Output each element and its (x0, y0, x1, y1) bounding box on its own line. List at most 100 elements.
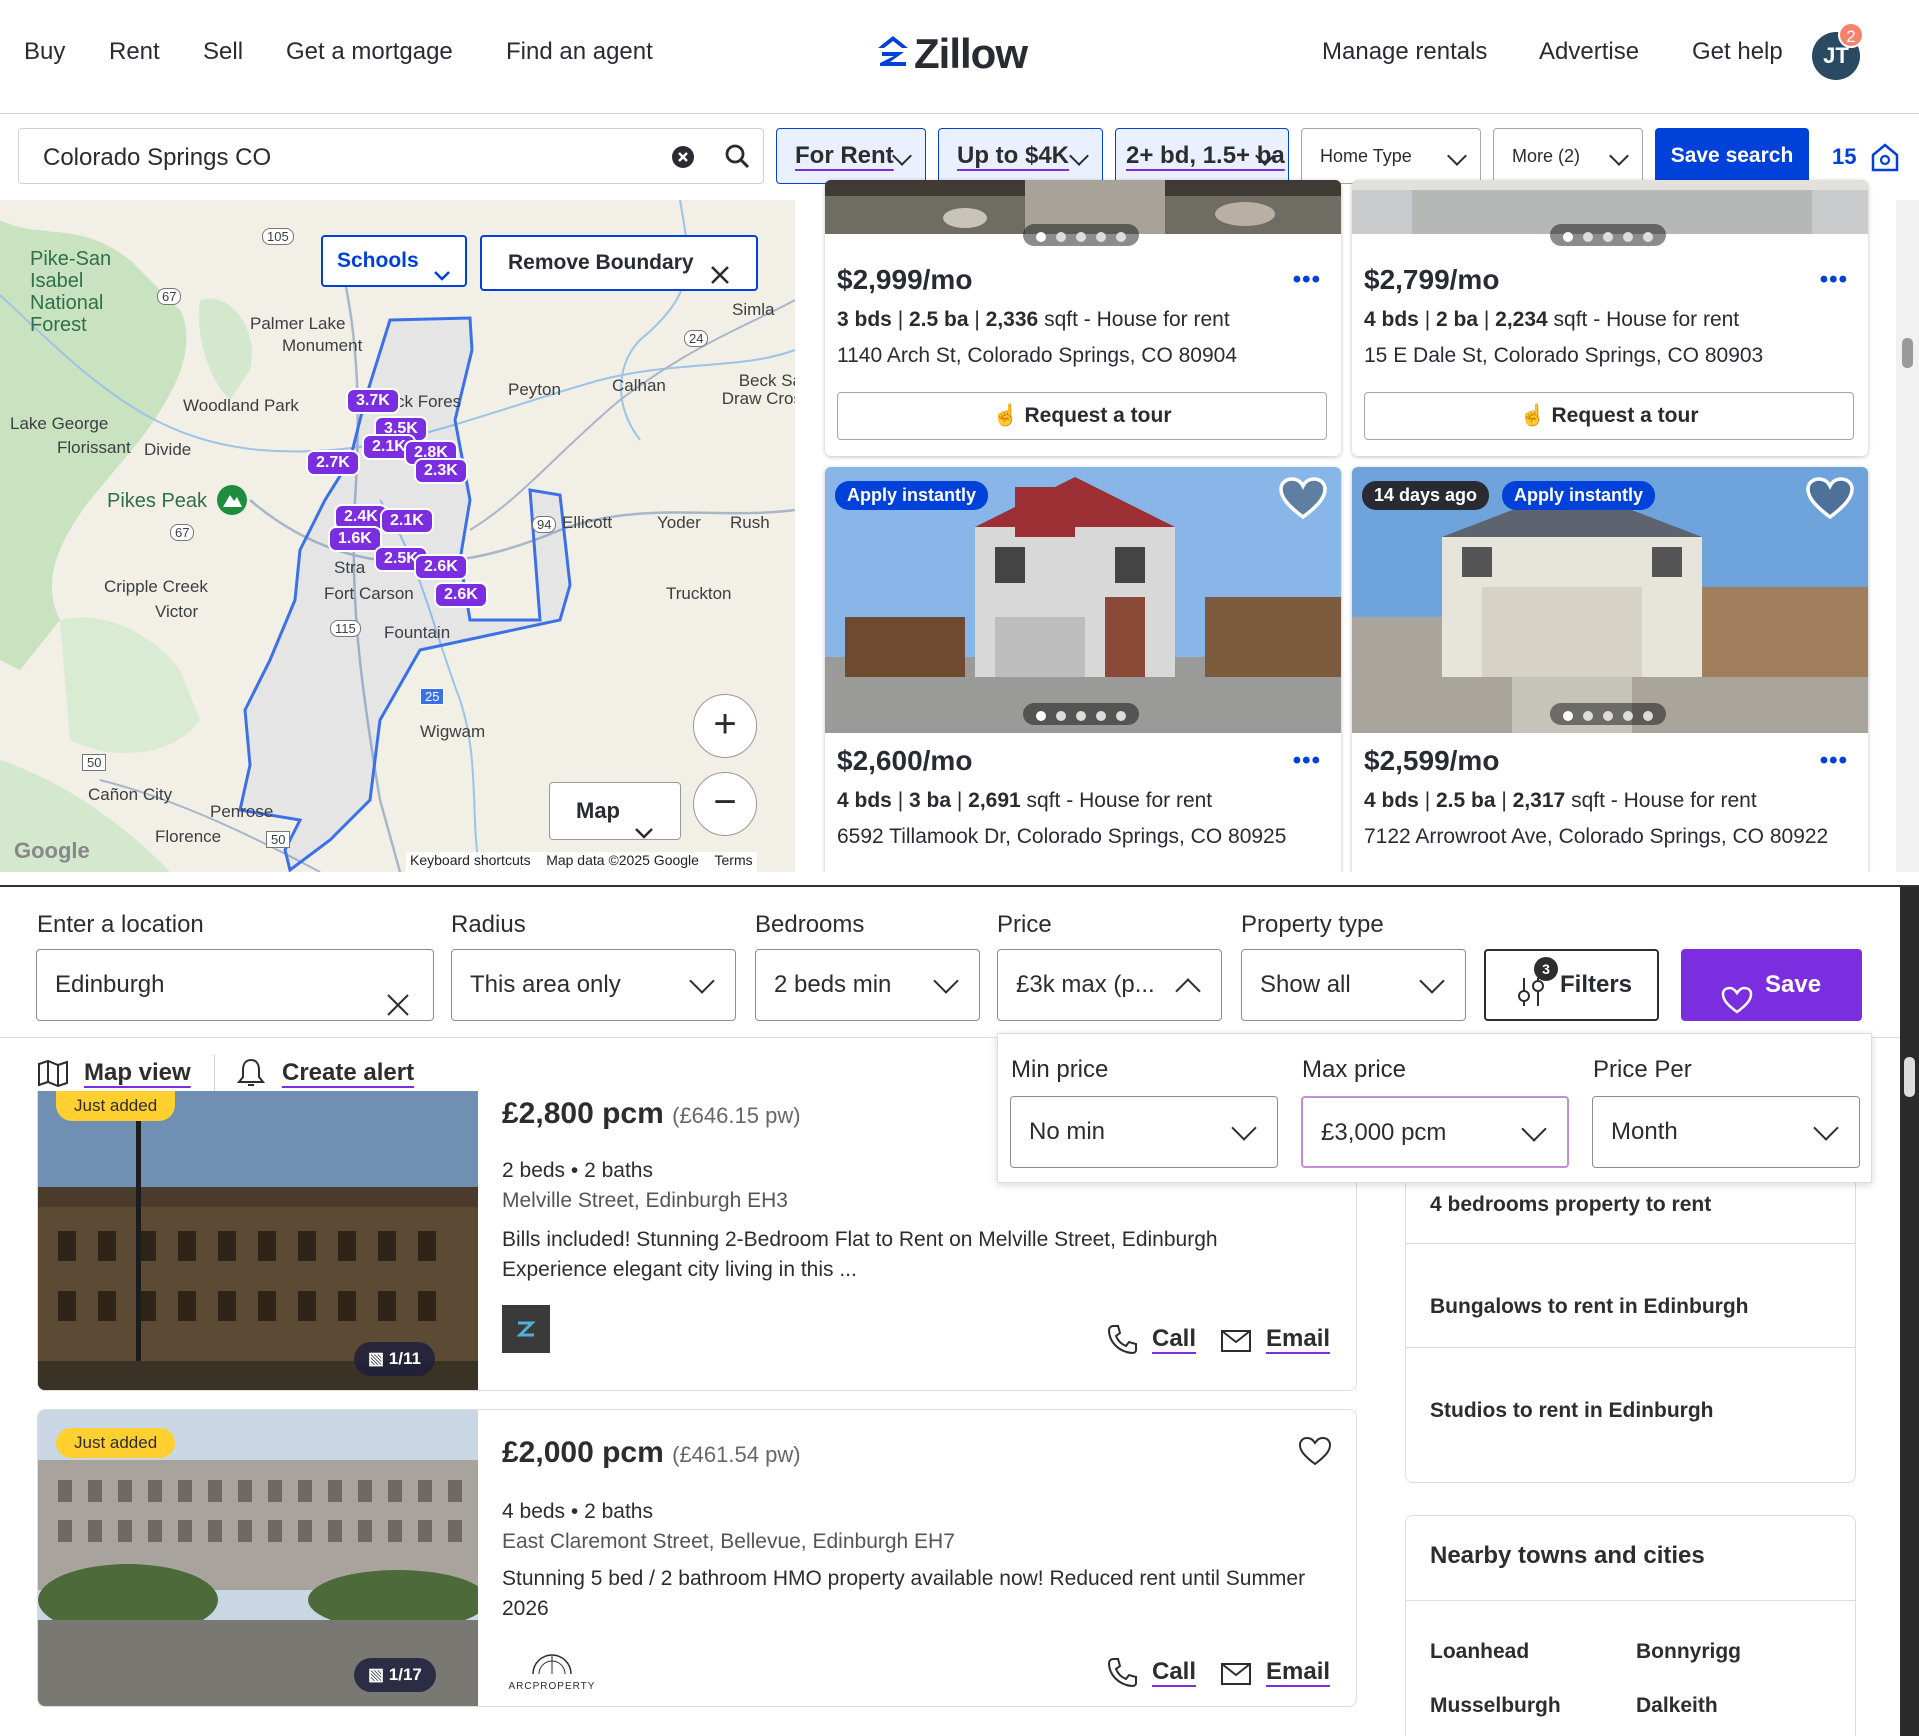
listing-address[interactable]: 1140 Arch St, Colorado Springs, CO 80904 (837, 344, 1237, 368)
listing-card[interactable]: 14 days ago Apply instantly $2,599/mo ••… (1352, 467, 1868, 872)
more-options-icon[interactable]: ••• (1293, 747, 1321, 775)
price-pin[interactable]: 2.7K (306, 450, 360, 476)
related-search-link[interactable]: 4 bedrooms property to rent (1430, 1193, 1711, 1217)
nav-manage-rentals[interactable]: Manage rentals (1322, 38, 1487, 66)
nearby-town-link[interactable]: Bonnyrigg (1636, 1640, 1741, 1664)
nearby-town-link[interactable]: Dalkeith (1636, 1694, 1718, 1718)
property-listing[interactable]: Just added ▧ 1/17 £2,000 pcm (£461.54 pw… (37, 1409, 1357, 1707)
favorite-heart-icon[interactable] (1806, 477, 1854, 526)
listing-address[interactable]: 6592 Tillamook Dr, Colorado Springs, CO … (837, 825, 1286, 849)
more-filter[interactable]: More (2) (1493, 128, 1643, 184)
scrollbar-thumb[interactable] (1902, 338, 1913, 368)
nav-buy[interactable]: Buy (24, 38, 65, 66)
price-pin[interactable]: 2.3K (414, 458, 468, 484)
save-button[interactable]: Save (1681, 949, 1862, 1021)
agent-logo[interactable] (502, 1305, 550, 1353)
chevron-down-icon (433, 252, 451, 300)
zoom-out-button[interactable]: − (693, 772, 757, 836)
price-pin[interactable]: 1.6K (328, 526, 382, 552)
more-options-icon[interactable]: ••• (1820, 266, 1848, 294)
keyboard-shortcuts-link[interactable]: Keyboard shortcuts (410, 852, 531, 868)
page-scrollbar[interactable] (1900, 887, 1919, 1736)
beds-baths-filter[interactable]: 2+ bd, 1.5+ ba (1115, 128, 1289, 184)
price-pin[interactable]: 3.7K (346, 388, 400, 414)
price-per-select[interactable]: Month (1592, 1096, 1860, 1168)
search-map[interactable]: Pike-San Isabel National Forest Palmer L… (0, 200, 795, 872)
image-count-badge[interactable]: ▧ 1/11 (354, 1342, 435, 1376)
favorite-heart-icon[interactable] (1279, 477, 1327, 526)
price-pin[interactable]: 2.6K (414, 554, 468, 580)
search-icon[interactable] (724, 143, 750, 174)
listing-card[interactable]: Apply instantly $2,600/mo ••• 4 bds | 3 … (825, 467, 1341, 872)
min-price-label: Min price (1011, 1056, 1109, 1083)
image-count-badge[interactable]: ▧ 1/17 (354, 1658, 436, 1692)
nav-find-an-agent[interactable]: Find an agent (506, 38, 653, 66)
max-price-select[interactable]: £3,000 pcm (1301, 1096, 1569, 1168)
remove-boundary-button[interactable]: Remove Boundary (480, 235, 758, 291)
more-options-icon[interactable]: ••• (1820, 747, 1848, 775)
nearby-town-link[interactable]: Musselburgh (1430, 1694, 1561, 1718)
saved-home-icon[interactable] (1870, 142, 1900, 177)
days-on-market-badge: 14 days ago (1362, 481, 1490, 510)
listing-type-filter[interactable]: For Rent (776, 128, 926, 184)
results-scrollbar[interactable] (1896, 200, 1919, 872)
filters-button[interactable]: 3 Filters (1484, 949, 1659, 1021)
nav-sell[interactable]: Sell (203, 38, 243, 66)
road-shield: 105 (262, 228, 294, 245)
create-alert-link[interactable]: Create alert (282, 1059, 414, 1087)
bedrooms-select[interactable]: 2 beds min (755, 949, 980, 1021)
saved-homes-count[interactable]: 15 (1832, 144, 1856, 170)
terms-link[interactable]: Terms (715, 852, 753, 868)
map-place-label: Pikes Peak (107, 490, 208, 512)
schools-label: Schools (337, 249, 419, 272)
bedrooms-label: Bedrooms (755, 911, 865, 938)
request-tour-button[interactable]: ☝ Request a tour (1364, 392, 1854, 440)
call-button[interactable]: Call (1152, 1658, 1196, 1686)
photo-carousel-dots[interactable] (1023, 224, 1139, 246)
nearby-town-link[interactable]: Loanhead (1430, 1640, 1529, 1664)
favorite-heart-icon[interactable] (1298, 1436, 1332, 1471)
listing-card[interactable]: $2,999/mo ••• 3 bds | 2.5 ba | 2,336 sqf… (825, 180, 1341, 456)
agent-logo[interactable]: ARCPROPERTY (502, 1644, 602, 1696)
listing-card[interactable]: $2,799/mo ••• 4 bds | 2 ba | 2,234 sqft … (1352, 180, 1868, 456)
location-search-input[interactable]: Colorado Springs CO (18, 128, 764, 184)
listing-address[interactable]: 15 E Dale St, Colorado Springs, CO 80903 (1364, 344, 1763, 368)
phone-icon (1106, 1323, 1138, 1360)
request-tour-button[interactable]: ☝ Request a tour (837, 392, 1327, 440)
listing-address[interactable]: 7122 Arrowroot Ave, Colorado Springs, CO… (1364, 825, 1828, 849)
map-view-link[interactable]: Map view (84, 1059, 191, 1087)
price-filter[interactable]: Up to $4K (938, 128, 1103, 184)
related-search-link[interactable]: Bungalows to rent in Edinburgh (1430, 1295, 1748, 1319)
photo-carousel-dots[interactable] (1550, 703, 1666, 725)
map-type-button[interactable]: Map (549, 782, 681, 840)
clear-search-icon[interactable] (671, 145, 695, 174)
more-options-icon[interactable]: ••• (1293, 266, 1321, 294)
photo-carousel-dots[interactable] (1023, 703, 1139, 725)
radius-select[interactable]: This area only (451, 949, 736, 1021)
property-type-select[interactable]: Show all (1241, 949, 1466, 1021)
schools-button[interactable]: Schools (321, 235, 467, 287)
email-button[interactable]: Email (1266, 1325, 1330, 1353)
zillow-logo[interactable]: Zillow (876, 30, 1028, 78)
nav-advertise[interactable]: Advertise (1539, 38, 1639, 66)
location-input[interactable]: Edinburgh (36, 949, 434, 1021)
nav-rent[interactable]: Rent (109, 38, 160, 66)
price-pin[interactable]: 2.1K (380, 508, 434, 534)
min-price-select[interactable]: No min (1010, 1096, 1278, 1168)
related-search-link[interactable]: Studios to rent in Edinburgh (1430, 1399, 1713, 1423)
clear-icon[interactable] (387, 974, 409, 1044)
photo-carousel-dots[interactable] (1550, 224, 1666, 246)
zoom-in-button[interactable]: + (693, 694, 757, 758)
call-button[interactable]: Call (1152, 1325, 1196, 1353)
nav-get-help[interactable]: Get help (1692, 38, 1783, 66)
scrollbar-thumb[interactable] (1904, 1057, 1915, 1097)
email-button[interactable]: Email (1266, 1658, 1330, 1686)
price-pin[interactable]: 2.6K (434, 582, 488, 608)
monthly-price: £2,000 pcm (502, 1436, 664, 1469)
save-search-button[interactable]: Save search (1655, 128, 1809, 184)
price-select[interactable]: £3k max (p... (997, 949, 1222, 1021)
home-type-filter[interactable]: Home Type (1301, 128, 1481, 184)
image-count: 1/11 (388, 1349, 421, 1368)
more-filter-label: More (2) (1512, 146, 1581, 166)
nav-get-a-mortgage[interactable]: Get a mortgage (286, 38, 453, 66)
